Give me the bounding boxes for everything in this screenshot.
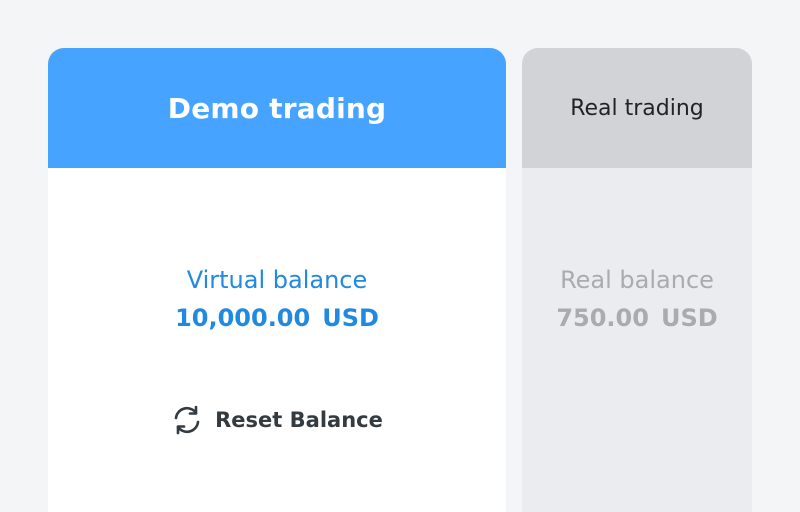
- real-balance-value: 750.00: [556, 304, 649, 332]
- account-switcher: Demo trading Virtual balance 10,000.00 U…: [0, 0, 800, 512]
- virtual-balance-value: 10,000.00: [175, 304, 311, 332]
- virtual-balance-label: Virtual balance: [186, 266, 368, 294]
- demo-trading-header[interactable]: Demo trading: [48, 48, 506, 168]
- demo-trading-card[interactable]: Demo trading Virtual balance 10,000.00 U…: [48, 48, 506, 512]
- demo-trading-title: Demo trading: [167, 91, 387, 125]
- virtual-balance-amount: 10,000.00 USD: [48, 304, 506, 332]
- reset-balance-button[interactable]: Reset Balance: [48, 404, 506, 436]
- refresh-icon: [174, 405, 200, 435]
- virtual-balance-currency: USD: [322, 304, 379, 332]
- virtual-balance: Virtual balance 10,000.00 USD: [48, 266, 506, 332]
- real-trading-card[interactable]: Real trading Real balance 750.00 USD: [522, 48, 752, 512]
- real-trading-header[interactable]: Real trading: [522, 48, 752, 168]
- real-trading-title: Real trading: [570, 95, 704, 121]
- real-balance-currency: USD: [660, 304, 718, 332]
- real-balance-label: Real balance: [560, 266, 714, 294]
- real-balance: Real balance 750.00 USD: [522, 266, 752, 332]
- real-balance-amount: 750.00 USD: [522, 304, 752, 332]
- reset-balance-label: Reset Balance: [215, 408, 383, 432]
